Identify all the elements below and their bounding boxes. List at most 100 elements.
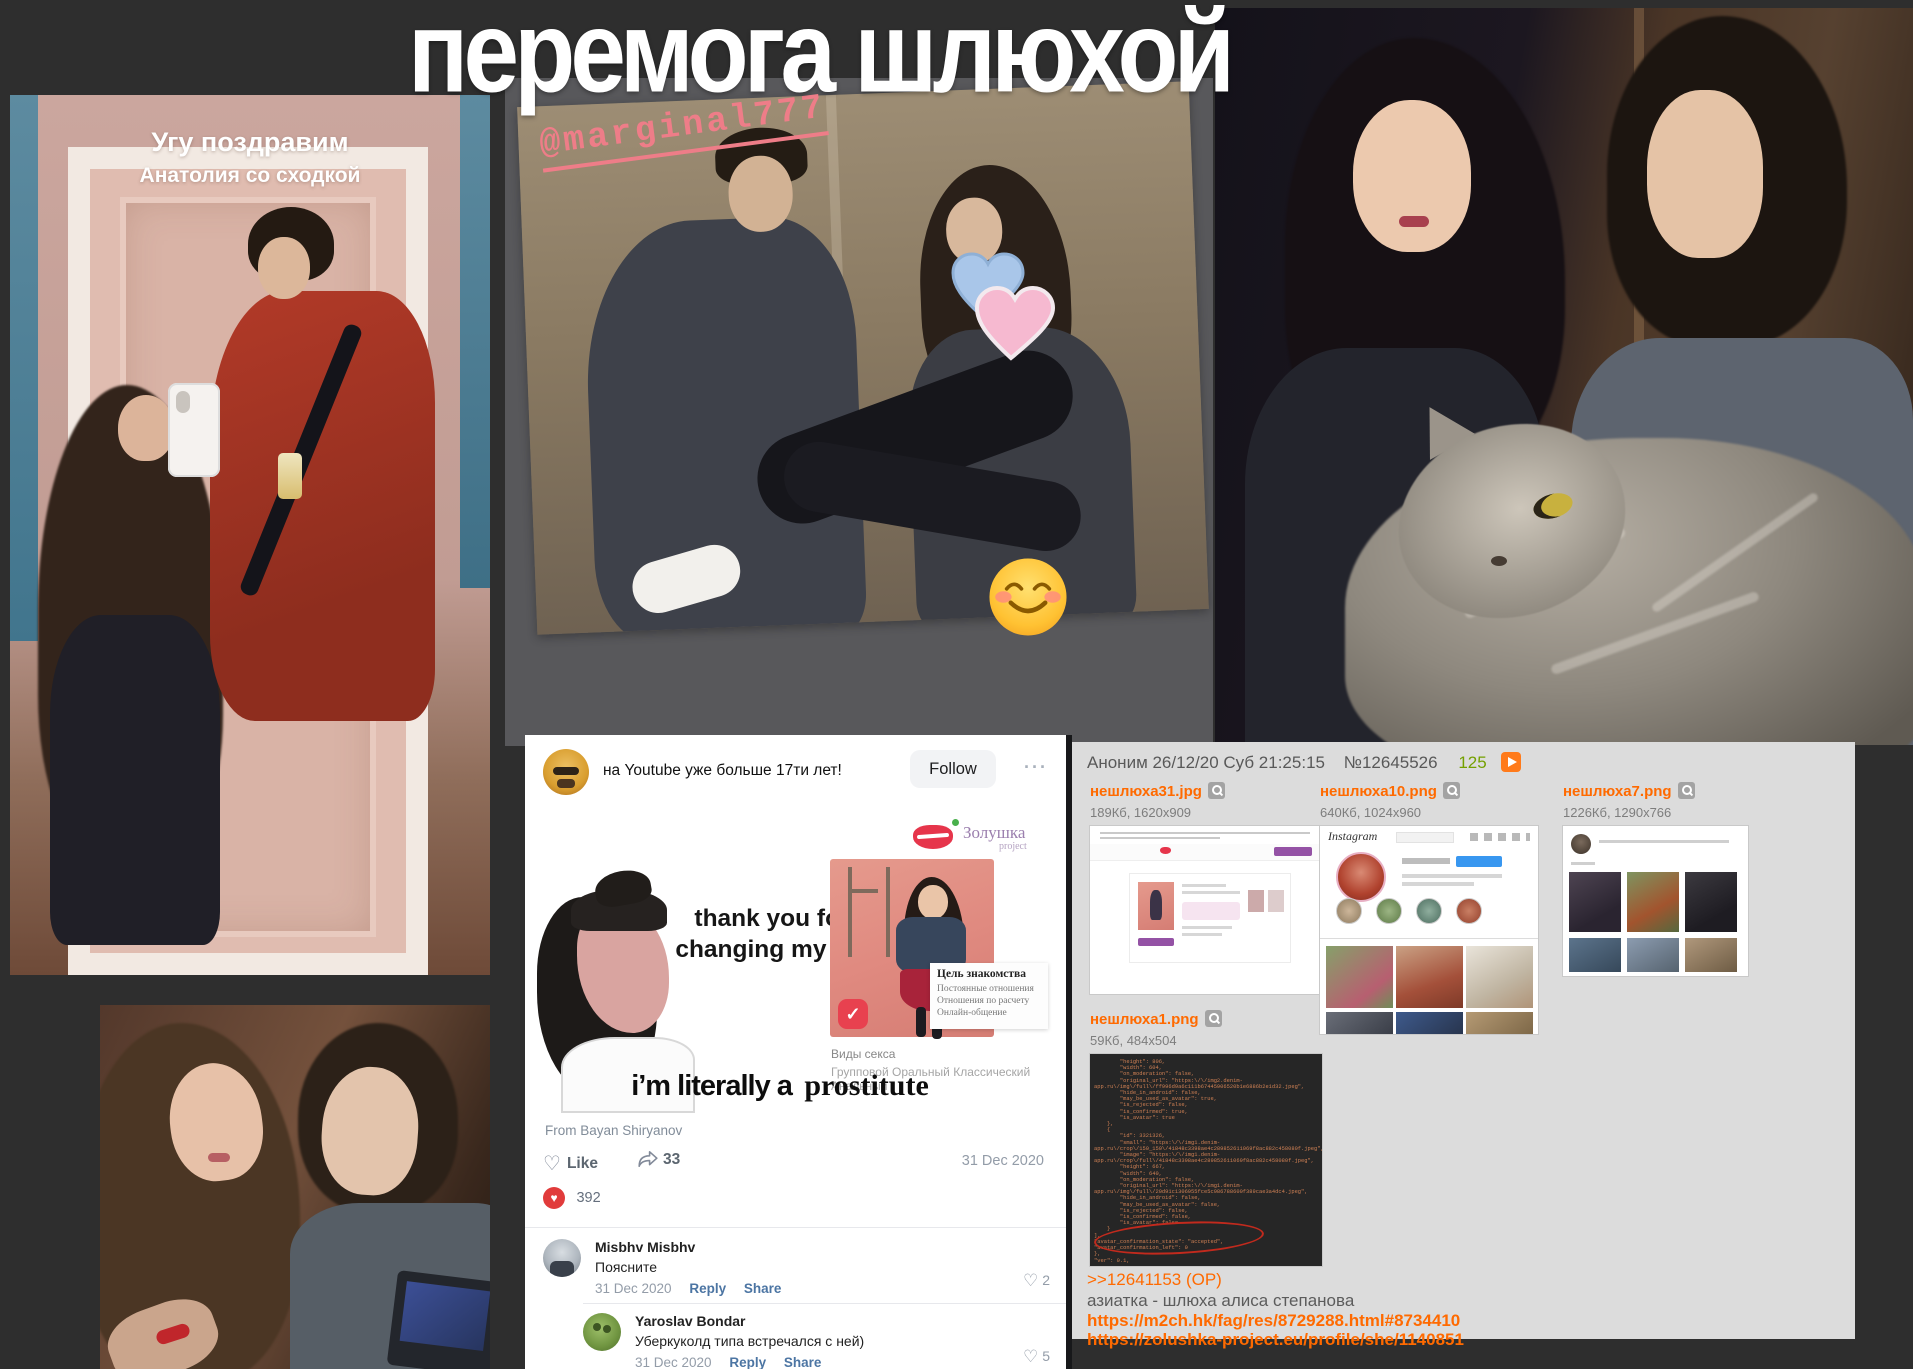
- vk-post-card: на Youtube уже больше 17ти лет! Follow ·…: [525, 735, 1072, 1369]
- comment-likes[interactable]: ♡ 2: [1023, 1271, 1050, 1291]
- art-shape: [1182, 891, 1240, 894]
- art-shape: [1599, 840, 1729, 843]
- reply-link[interactable]: Reply: [729, 1355, 766, 1369]
- art-shape: [1182, 884, 1226, 887]
- share-link[interactable]: Share: [744, 1281, 782, 1296]
- comment-likes[interactable]: ♡ 5: [1023, 1347, 1050, 1367]
- caption-line: Угу поздравим: [151, 127, 349, 157]
- search-icon[interactable]: [1204, 1010, 1222, 1027]
- grid-photo: [1326, 946, 1393, 1008]
- grid-photo: [1466, 946, 1533, 1008]
- file-attachment: нешлюха10.png 640Кб, 1024x960 Instagram: [1320, 782, 1538, 1034]
- likes-count: 392: [576, 1190, 601, 1206]
- art-shape: [118, 395, 174, 461]
- file-link[interactable]: нешлюха1.png: [1090, 1011, 1199, 1028]
- meme-image: Золушка project thank you for changing m…: [525, 811, 1066, 1113]
- vk-post-header: на Youtube уже больше 17ти лет! Follow ·…: [525, 735, 1066, 807]
- art-shape: [1402, 858, 1450, 864]
- comment-text: Поясните: [595, 1259, 658, 1275]
- file-thumbnail[interactable]: [1563, 826, 1748, 976]
- file-thumbnail[interactable]: "height": 806, "width": 604, "on_moderat…: [1090, 1054, 1322, 1266]
- art-shape: [1182, 926, 1232, 929]
- story-screenshot: @marginal777: [505, 78, 1213, 746]
- file-attachment: нешлюха1.png 59Кб, 484x504 "height": 806…: [1090, 1010, 1322, 1266]
- reply-quote-link[interactable]: >>12641153 (ОР): [1087, 1270, 1222, 1290]
- grid-photo: [1326, 1012, 1393, 1034]
- dating-goal-overlay: Цель знакомства Постоянные отношения Отн…: [930, 963, 1048, 1029]
- search-icon[interactable]: [1677, 782, 1695, 799]
- art-shape: [1130, 874, 1290, 962]
- divider: [525, 1227, 1066, 1228]
- follow-button[interactable]: Follow: [910, 750, 996, 788]
- search-icon[interactable]: [1207, 782, 1225, 799]
- reply-link[interactable]: Reply: [689, 1281, 726, 1296]
- vk-action-row: ♡ Like 33 31 Dec 2020: [543, 1147, 1048, 1181]
- lips-icon: [1160, 847, 1171, 854]
- comment-meta: 31 Dec 2020 Reply Share: [595, 1281, 975, 1296]
- art-shape: [1396, 832, 1454, 843]
- photo-mirror-selfie: Угу поздравим Анатолия со сходкой: [10, 95, 490, 975]
- file-link[interactable]: нешлюха31.jpg: [1090, 783, 1202, 800]
- file-meta: 59Кб, 484x504: [1090, 1033, 1177, 1048]
- grid-photo: [1685, 938, 1737, 972]
- file-thumbnail[interactable]: Instagram: [1320, 826, 1538, 1034]
- story-photo: [517, 81, 1209, 635]
- grid-photo: [1627, 872, 1679, 932]
- file-link[interactable]: нешлюха7.png: [1563, 783, 1672, 800]
- file-meta: 640Кб, 1024x960: [1320, 805, 1422, 820]
- file-link[interactable]: нешлюха10.png: [1320, 783, 1437, 800]
- likes-summary[interactable]: ♥ 392: [543, 1187, 601, 1211]
- brand-name: Золушка: [963, 823, 1026, 842]
- grid-photo: [1396, 946, 1463, 1008]
- comment-date: 31 Dec 2020: [635, 1355, 712, 1369]
- avatar[interactable]: [583, 1313, 621, 1351]
- caption-line: Анатолия со сходкой: [139, 164, 361, 187]
- art-shape: [1248, 890, 1264, 912]
- art-shape: [258, 237, 310, 299]
- post-number[interactable]: №12645526: [1344, 753, 1438, 772]
- external-link[interactable]: https://zolushka-project.eu/profile/she/…: [1087, 1330, 1464, 1350]
- brand-sub: project: [999, 841, 1027, 852]
- art-shape: [1182, 902, 1240, 920]
- play-icon[interactable]: [1501, 752, 1522, 772]
- comment-author[interactable]: Yaroslav Bondar: [635, 1313, 995, 1329]
- file-attachment: нешлюха7.png 1226Кб, 1290x766: [1563, 782, 1748, 976]
- heart-outline-icon: ♡: [1022, 1271, 1039, 1290]
- grid-photo: [1685, 872, 1737, 932]
- avatar[interactable]: [543, 749, 589, 795]
- art-shape: [1402, 882, 1474, 886]
- file-thumbnail[interactable]: [1090, 826, 1330, 994]
- photo-couple-selfie: [100, 1005, 490, 1369]
- comment-author[interactable]: Misbhv Misbhv: [595, 1239, 975, 1255]
- like-button[interactable]: ♡ Like: [543, 1151, 598, 1176]
- avatar: [1571, 834, 1591, 854]
- divider: [583, 1303, 1066, 1304]
- collage-title: перемога шлюхой: [408, 0, 1235, 118]
- comment-meta: 31 Dec 2020 Reply Share: [635, 1355, 995, 1369]
- story-caption: Угу поздравим Анатолия со сходкой: [10, 127, 490, 188]
- share-link[interactable]: Share: [784, 1355, 822, 1369]
- check-badge-icon: ✓: [838, 999, 868, 1029]
- collage-canvas: перемога шлюхой Угу поздравим Анатолия с…: [0, 0, 1913, 1369]
- instagram-wordmark: Instagram: [1328, 829, 1378, 843]
- art-shape: [1100, 837, 1220, 839]
- art-shape: [1138, 882, 1174, 930]
- grid-photo: [1627, 938, 1679, 972]
- board-post-header: Аноним 26/12/20 Суб 21:25:15 №12645526 1…: [1087, 752, 1522, 773]
- caption-part: i’m literally a: [631, 1070, 793, 1102]
- lips-icon: [913, 819, 959, 849]
- follow-button-mini: [1456, 856, 1502, 867]
- menu-dots-icon[interactable]: ···: [1024, 757, 1048, 778]
- overlay-title: Цель знакомства: [937, 968, 1027, 980]
- art-shape: [1100, 832, 1310, 834]
- poster-name-time: Аноним 26/12/20 Суб 21:25:15: [1087, 753, 1325, 772]
- art-shape: [1491, 556, 1507, 566]
- grid-photo: [1569, 872, 1621, 932]
- search-icon[interactable]: [1442, 782, 1460, 799]
- external-link[interactable]: https://m2ch.hk/fag/res/8729288.html#873…: [1087, 1311, 1460, 1331]
- avatar[interactable]: [543, 1239, 581, 1277]
- replies-count[interactable]: 125: [1458, 753, 1486, 772]
- art-shape: [916, 1007, 926, 1037]
- share-button[interactable]: 33: [638, 1151, 680, 1169]
- sex-types-title: Виды секса: [831, 1047, 896, 1061]
